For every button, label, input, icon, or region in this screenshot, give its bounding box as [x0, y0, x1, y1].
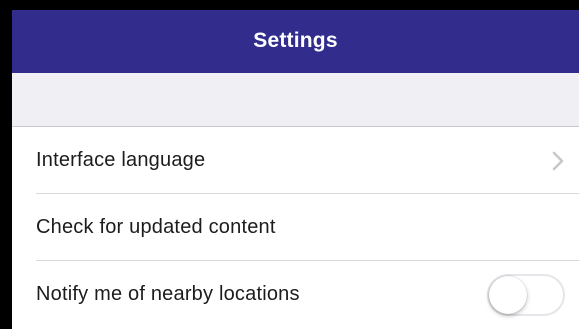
settings-screen: Settings Interface language Check for up… — [12, 10, 579, 329]
check-updated-content-row[interactable]: Check for updated content — [12, 194, 579, 261]
notify-nearby-locations-toggle[interactable] — [487, 273, 565, 316]
navigation-bar: Settings — [12, 10, 579, 73]
toggle-knob — [489, 275, 527, 314]
page-title: Settings — [253, 28, 338, 52]
check-updated-content-label: Check for updated content — [36, 216, 276, 238]
interface-language-label: Interface language — [36, 149, 206, 171]
notify-nearby-locations-label: Notify me of nearby locations — [36, 283, 300, 305]
notify-nearby-locations-row: Notify me of nearby locations — [12, 261, 579, 328]
settings-list: Interface language Check for updated con… — [12, 127, 579, 328]
interface-language-row[interactable]: Interface language — [12, 127, 579, 194]
section-header-spacer — [12, 73, 579, 127]
chevron-right-icon — [552, 151, 564, 170]
